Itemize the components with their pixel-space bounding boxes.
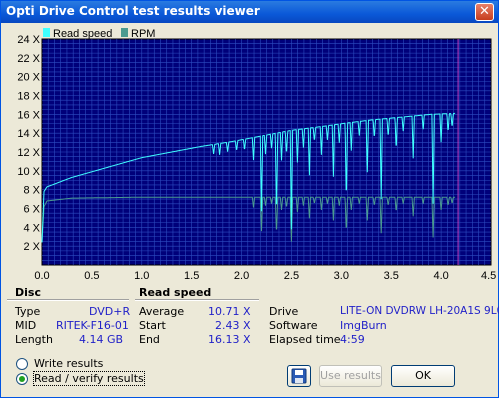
x-tick-label: 3.5 — [384, 270, 399, 282]
disc-separator — [7, 299, 129, 301]
disc-mid-label: MID — [15, 319, 37, 332]
end-label: End — [139, 333, 160, 346]
y-tick-label: 14 X — [17, 128, 40, 140]
elapsed-time-value: 4:59 — [340, 333, 365, 346]
save-button[interactable] — [287, 365, 311, 387]
software-value: ImgBurn — [340, 319, 387, 332]
legend-swatch — [121, 28, 128, 37]
read-verify-results-label[interactable]: Read / verify results — [33, 371, 145, 386]
legend-swatch — [43, 28, 50, 37]
x-tick-label: 4.0 — [433, 270, 448, 282]
elapsed-time-label: Elapsed time — [269, 333, 341, 346]
start-value: 2.43 X — [215, 319, 251, 332]
y-tick-label: 12 X — [17, 147, 40, 159]
write-results-radio[interactable] — [16, 358, 28, 370]
legend-label: RPM — [131, 28, 155, 40]
close-button[interactable]: ✕ — [475, 3, 494, 21]
average-value: 10.71 X — [208, 305, 251, 318]
y-tick-label: 20 X — [17, 72, 40, 84]
x-tick-label: 1.5 — [184, 270, 199, 282]
chart-area: 2 X 4 X 6 X 8 X 10 X 12 X 14 X 16 X 18 X 20 X 22 X… — [1, 23, 499, 283]
read-speed-heading: Read speed — [139, 286, 212, 299]
ok-button[interactable]: OK — [391, 365, 455, 387]
end-value: 16.13 X — [208, 333, 251, 346]
x-tick-label: 0.0 — [34, 270, 49, 282]
software-label: Software — [269, 319, 318, 332]
y-tick-label: 8 X — [23, 185, 40, 197]
write-results-option[interactable]: Write results — [16, 357, 126, 371]
x-tick-label: 1.0 — [134, 270, 149, 282]
x-tick-label: 2.5 — [284, 270, 299, 282]
results-viewer-window: Opti Drive Control test results viewer ✕… — [0, 0, 499, 398]
y-tick-label: 4 X — [23, 222, 40, 234]
disc-heading: Disc — [15, 286, 41, 299]
legend-label: Read speed — [53, 28, 112, 40]
drive-label: Drive — [269, 305, 299, 318]
read-verify-results-option[interactable]: Read / verify results — [16, 371, 145, 386]
x-tick-label: 0.5 — [84, 270, 99, 282]
drive-value: LITE-ON DVDRW LH-20A1S 9L09 — [340, 305, 499, 317]
y-tick-label: 18 X — [17, 91, 40, 103]
y-tick-label: 10 X — [17, 166, 40, 178]
y-tick-label: 16 X — [17, 109, 40, 121]
window-title: Opti Drive Control test results viewer — [6, 4, 260, 18]
y-tick-label: 6 X — [23, 204, 40, 216]
average-label: Average — [139, 305, 185, 318]
disc-type-value: DVD+R — [89, 305, 131, 318]
x-tick-label: 4.5 GB — [481, 270, 498, 282]
y-tick-label: 2 X — [23, 241, 40, 253]
start-label: Start — [139, 319, 166, 332]
title-bar[interactable]: Opti Drive Control test results viewer ✕ — [1, 1, 498, 23]
x-tick-label: 3.0 — [334, 270, 349, 282]
disc-length-value: 4.14 GB — [79, 333, 124, 346]
write-results-label[interactable]: Write results — [34, 357, 103, 370]
read-speed-chart: 2 X 4 X 6 X 8 X 10 X 12 X 14 X 16 X 18 X 20 X 22 X… — [17, 28, 499, 282]
disc-mid-value: RITEK-F16-01 — [56, 319, 129, 332]
disc-length-label: Length — [15, 333, 53, 346]
read-speed-separator — [135, 299, 259, 301]
y-tick-label: 22 X — [17, 53, 40, 65]
use-results-button[interactable]: Use results — [319, 365, 382, 387]
read-verify-results-radio[interactable] — [16, 373, 28, 385]
y-tick-label: 24 X — [17, 34, 40, 46]
radio-selected-dot — [19, 376, 25, 382]
close-icon: ✕ — [479, 4, 490, 19]
floppy-disk-icon — [291, 368, 307, 384]
disc-type-label: Type — [15, 305, 41, 318]
x-tick-label: 2.0 — [234, 270, 249, 282]
